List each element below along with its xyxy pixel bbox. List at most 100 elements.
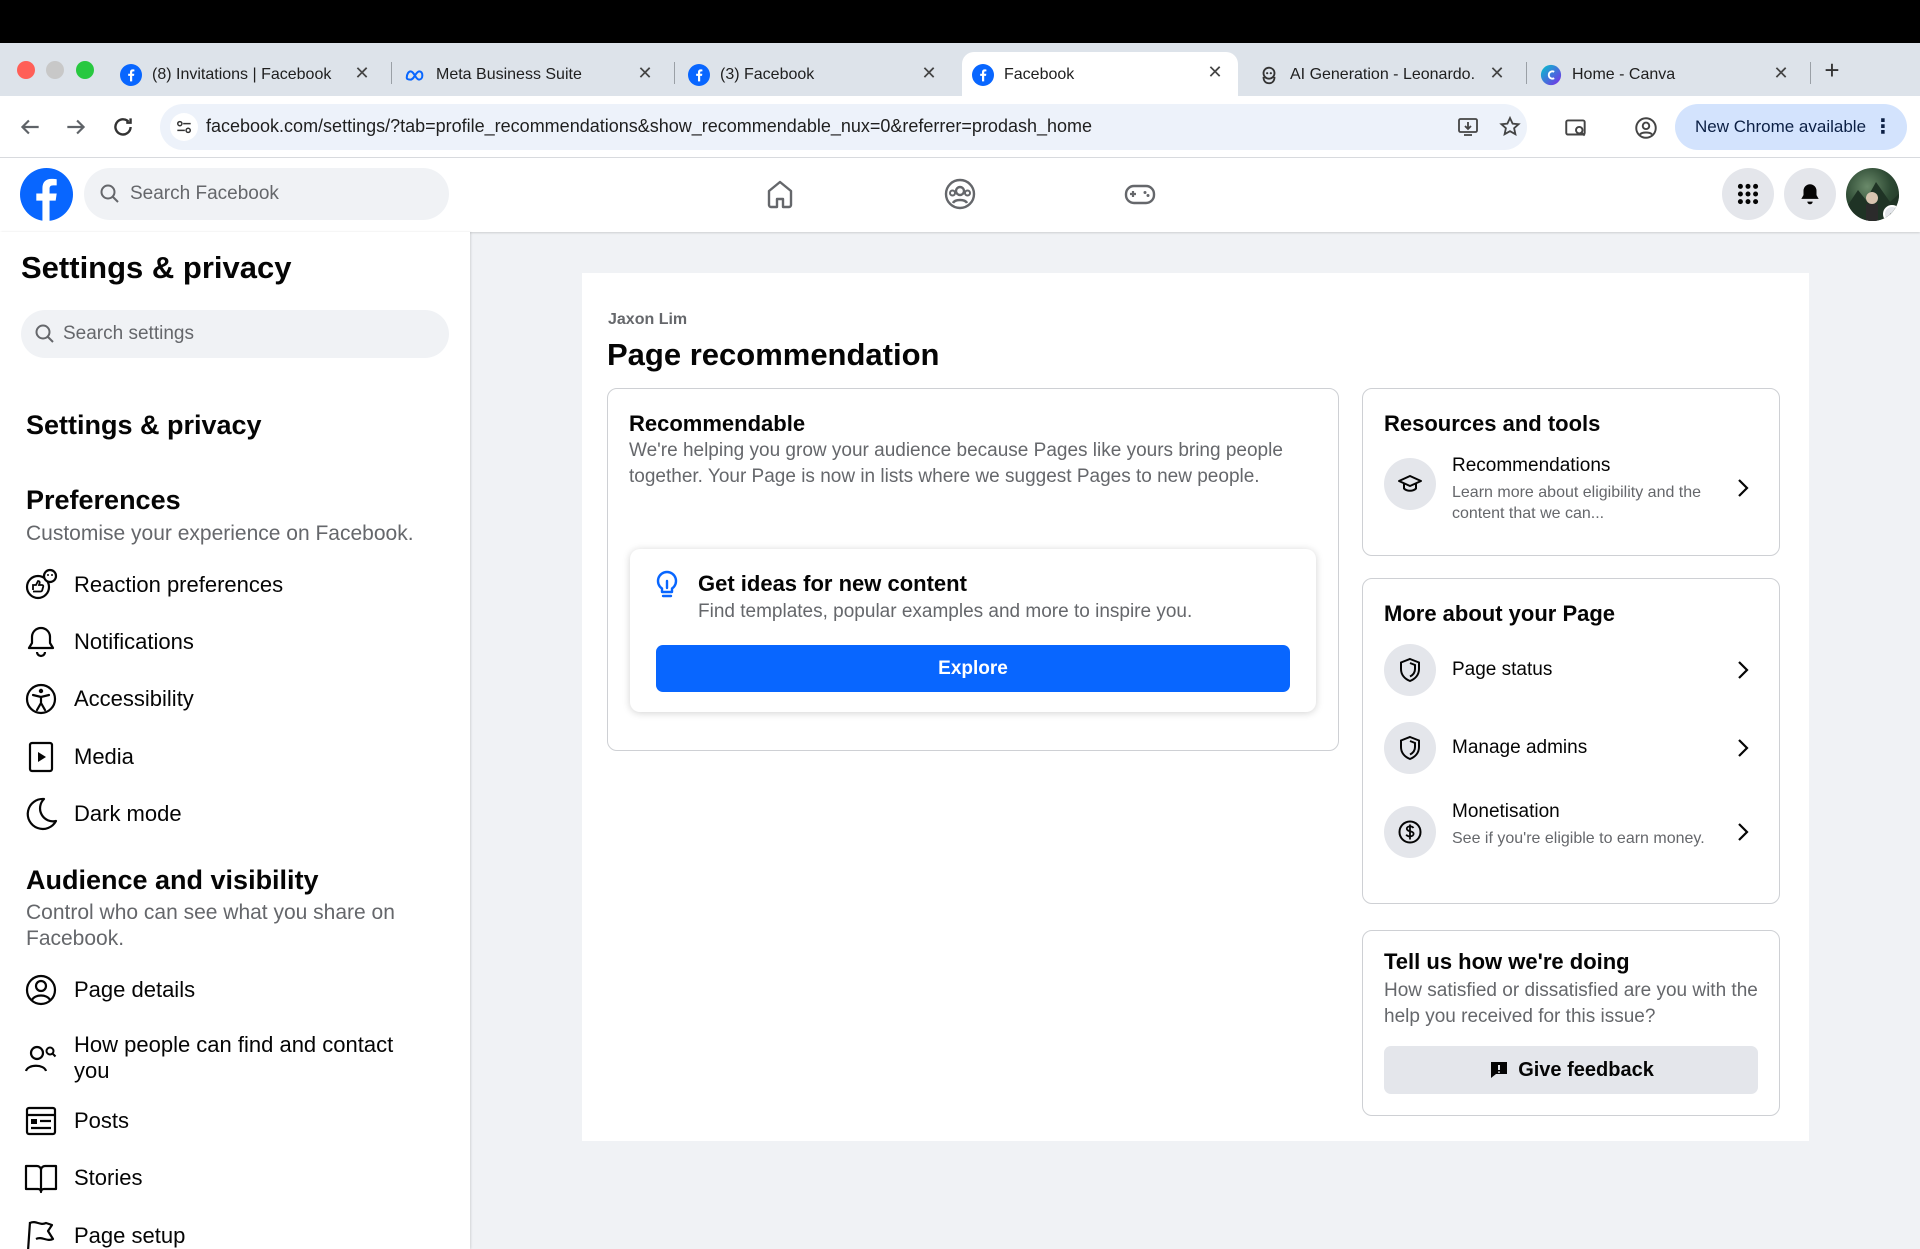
- monetisation-label: Monetisation: [1452, 801, 1560, 822]
- facebook-icon: [120, 64, 142, 86]
- search-placeholder: Search Facebook: [130, 183, 279, 204]
- close-icon[interactable]: ✕: [1204, 62, 1226, 83]
- groups-nav-button[interactable]: [942, 176, 978, 212]
- sidebar-item-media[interactable]: Media: [22, 735, 434, 779]
- explore-button[interactable]: Explore: [656, 645, 1290, 692]
- browser-tab[interactable]: Home - Canva ✕: [1540, 53, 1804, 97]
- window-minimize-button[interactable]: [46, 61, 64, 79]
- sidebar-item-find-and-contact[interactable]: How people can find and contact you: [22, 1030, 424, 1086]
- sidebar-section-title[interactable]: Settings & privacy: [26, 410, 262, 441]
- sidebar-item-notifications[interactable]: Notifications: [22, 620, 434, 664]
- arrow-left-icon: [20, 119, 39, 135]
- browser-tab[interactable]: (8) Invitations | Facebook ✕: [120, 53, 385, 97]
- reload-button[interactable]: [108, 112, 138, 142]
- browser-tab[interactable]: AI Generation - Leonardo. ✕: [1258, 53, 1520, 97]
- gaming-nav-button[interactable]: [1122, 176, 1158, 212]
- facebook-icon: [688, 64, 710, 86]
- avatar[interactable]: ⌄: [1846, 168, 1899, 221]
- recommendable-description: We're helping you grow your audience bec…: [629, 440, 1283, 487]
- sidebar-item-stories[interactable]: Stories: [22, 1156, 434, 1200]
- install-app-icon[interactable]: [1456, 115, 1480, 139]
- accessibility-icon: [25, 683, 57, 715]
- url-text[interactable]: facebook.com/settings/?tab=profile_recom…: [206, 116, 1092, 137]
- tab-title: Facebook: [1004, 65, 1075, 83]
- sidebar-item-label: Dark mode: [74, 801, 182, 826]
- sidebar-item-label: Posts: [74, 1108, 130, 1133]
- sidebar-item-page-details[interactable]: Page details: [22, 968, 434, 1012]
- new-chrome-available-button[interactable]: New Chrome available ⋮: [1675, 104, 1907, 150]
- close-icon[interactable]: ✕: [351, 63, 373, 84]
- flag-icon: [27, 1221, 55, 1249]
- grid-menu-icon: [1737, 183, 1759, 205]
- facebook-search-input[interactable]: Search Facebook: [84, 168, 449, 220]
- chevron-right-icon: [1738, 823, 1749, 841]
- browser-tab[interactable]: Meta Business Suite ✕: [404, 53, 668, 97]
- tab-title: AI Generation - Leonardo.: [1290, 66, 1475, 83]
- arrow-right-icon: [67, 119, 86, 135]
- preferences-subtitle: Customise your experience on Facebook.: [26, 522, 414, 545]
- monetisation-sub: See if you're eligible to earn money.: [1452, 830, 1705, 847]
- sidebar-item-label: Page setup: [74, 1223, 186, 1248]
- home-nav-button[interactable]: [762, 176, 798, 212]
- star-icon[interactable]: [1498, 115, 1522, 139]
- close-icon[interactable]: ✕: [1486, 63, 1508, 84]
- search-icon: [100, 184, 119, 203]
- window-zoom-button[interactable]: [76, 61, 94, 79]
- close-icon[interactable]: ✕: [1770, 63, 1792, 84]
- home-icon: [767, 180, 793, 209]
- reload-icon: [114, 118, 132, 136]
- groups-icon: [944, 178, 976, 210]
- sidebar-item-label: Stories: [74, 1165, 143, 1190]
- meta-icon: [404, 64, 426, 86]
- graduation-cap-icon: [1384, 458, 1436, 510]
- settings-search-input[interactable]: Search settings: [21, 310, 449, 358]
- sidebar-item-dark-mode[interactable]: Dark mode: [22, 792, 434, 836]
- moon-icon: [26, 797, 58, 831]
- page-status-link[interactable]: Page status: [1384, 644, 1760, 700]
- close-icon[interactable]: ✕: [918, 63, 940, 84]
- person-circle-icon: [25, 974, 57, 1006]
- sidebar-item-reaction-preferences[interactable]: Reaction preferences: [22, 563, 434, 607]
- notifications-button[interactable]: [1784, 168, 1836, 220]
- reaction-icon: [25, 568, 58, 600]
- facebook-logo-icon[interactable]: [20, 168, 73, 221]
- more-about-title: More about your Page: [1384, 601, 1616, 626]
- sidebar-item-label: Reaction preferences: [74, 572, 284, 597]
- person-search-icon: [24, 1045, 57, 1072]
- forward-button[interactable]: [61, 112, 91, 142]
- sidebar-title: Settings & privacy: [21, 250, 292, 285]
- game-controller-icon: [1124, 184, 1156, 205]
- profile-icon[interactable]: [1633, 115, 1659, 141]
- recommendations-link[interactable]: Recommendations Learn more about eligibi…: [1384, 455, 1760, 528]
- media-icon: [28, 741, 54, 773]
- give-feedback-button[interactable]: Give feedback: [1384, 1046, 1758, 1094]
- menu-button[interactable]: [1722, 168, 1774, 220]
- browser-tab-active[interactable]: Facebook ✕: [962, 52, 1238, 97]
- address-bar[interactable]: facebook.com/settings/?tab=profile_recom…: [160, 104, 1527, 150]
- site-info-icon[interactable]: [170, 113, 198, 141]
- canva-icon: [1540, 64, 1562, 86]
- new-tab-button[interactable]: +: [1820, 55, 1844, 86]
- manage-admins-link[interactable]: Manage admins: [1384, 722, 1760, 778]
- sidebar-item-accessibility[interactable]: Accessibility: [22, 677, 434, 721]
- recommendable-title: Recommendable: [629, 411, 806, 436]
- more-vert-icon[interactable]: ⋮: [1873, 114, 1893, 139]
- leonardo-icon: [1258, 64, 1280, 86]
- sidebar-item-posts[interactable]: Posts: [22, 1099, 434, 1143]
- tab-search-icon[interactable]: [1563, 115, 1589, 141]
- sidebar-item-label: Accessibility: [74, 686, 194, 711]
- audience-subtitle: Control who can see what you share on Fa…: [26, 901, 395, 950]
- sidebar-item-page-setup[interactable]: Page setup: [22, 1214, 434, 1249]
- tab-divider: [1526, 62, 1527, 84]
- close-icon[interactable]: ✕: [634, 63, 656, 84]
- chevron-down-icon[interactable]: ⌄: [1883, 205, 1899, 221]
- back-button[interactable]: [15, 112, 45, 142]
- page-owner-name: Jaxon Lim: [608, 311, 688, 328]
- new-chrome-label: New Chrome available: [1695, 117, 1867, 136]
- monetisation-link[interactable]: Monetisation See if you're eligible to e…: [1384, 801, 1760, 878]
- sidebar-item-label: Notifications: [74, 629, 194, 654]
- browser-tab[interactable]: (3) Facebook ✕: [688, 53, 952, 97]
- lightbulb-icon: [656, 570, 678, 598]
- window-close-button[interactable]: [17, 61, 35, 79]
- tab-title: (3) Facebook: [720, 66, 815, 83]
